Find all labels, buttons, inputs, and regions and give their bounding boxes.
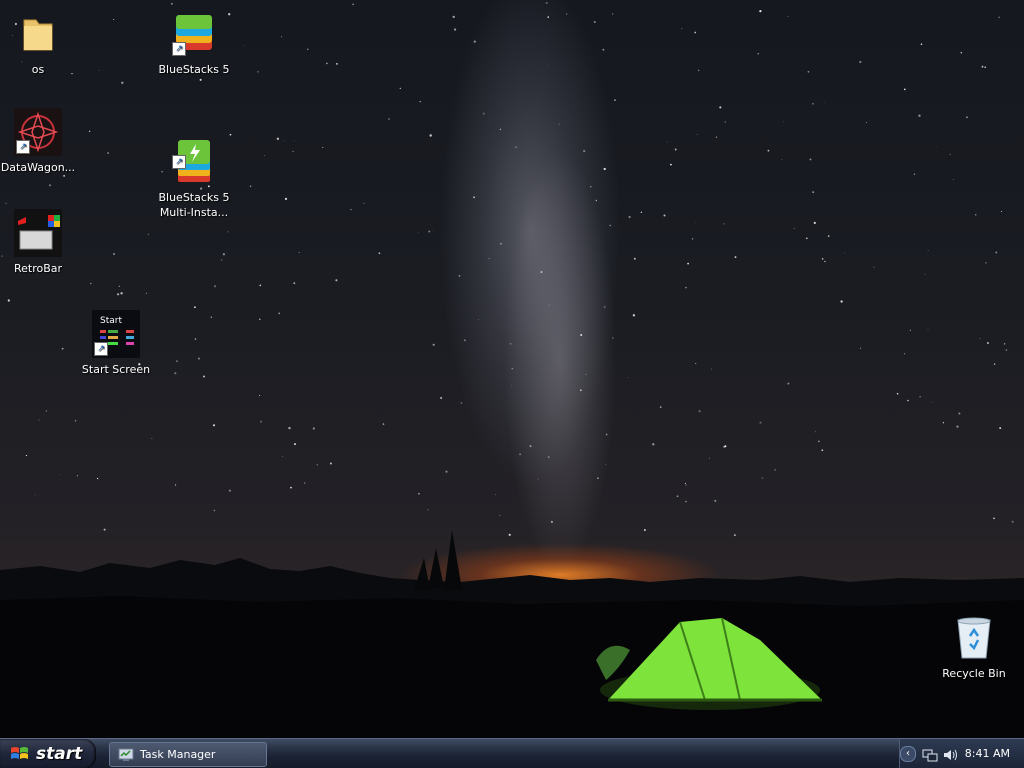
bluestacks-multi-icon: ↗ <box>170 123 218 182</box>
desktop-icon-bluestacks-5[interactable]: ↗ BlueStacks 5 <box>154 10 234 77</box>
taskbar-window-label: Task Manager <box>140 748 216 761</box>
clock[interactable]: 8:41 AM <box>965 747 1010 760</box>
desktop-icon-datawagon[interactable]: ↗ DataWagon... <box>0 108 78 175</box>
icon-label: RetroBar <box>13 262 63 275</box>
icon-label: DataWagon... <box>0 161 76 174</box>
bluestacks-icon: ↗ <box>170 10 218 58</box>
desktop-icon-bluestacks-multi[interactable]: ↗ BlueStacks 5 Multi-Insta... <box>154 108 234 235</box>
start-label: start <box>36 744 83 764</box>
task-manager-icon <box>118 748 134 762</box>
speaker-icon[interactable] <box>942 747 958 761</box>
desktop-icon-recycle-bin[interactable]: Recycle Bin <box>934 614 1014 681</box>
shortcut-arrow-icon: ↗ <box>94 342 108 356</box>
icon-label: Recycle Bin <box>942 667 1006 680</box>
system-tray: ‹ 8:41 AM <box>899 739 1024 768</box>
retrobar-icon <box>14 209 62 257</box>
taskbar-window-task-manager[interactable]: Task Manager <box>109 742 267 767</box>
icon-label: os <box>31 63 45 76</box>
folder-icon <box>14 10 62 58</box>
network-icon[interactable] <box>922 747 938 762</box>
icon-label: BlueStacks 5 <box>158 63 230 76</box>
shortcut-arrow-icon: ↗ <box>172 155 186 169</box>
icon-label: BlueStacks 5 Multi-Insta... <box>158 191 230 219</box>
start-button[interactable]: start <box>0 739 96 768</box>
desktop-icon-os[interactable]: os <box>0 10 78 77</box>
icon-label: Start Screen <box>81 363 151 376</box>
datawagon-icon: ↗ <box>14 108 62 156</box>
taskbar: start Task Manager ‹ 8:41 AM <box>0 738 1024 768</box>
start-screen-thumb-text: Start <box>100 316 122 326</box>
desktop-icon-start-screen[interactable]: Start ↗ Start Screen <box>76 310 156 377</box>
chevron-left-icon[interactable]: ‹ <box>900 746 916 762</box>
desktop-icon-retrobar[interactable]: RetroBar <box>0 209 78 276</box>
recycle-bin-icon <box>950 614 998 662</box>
shortcut-arrow-icon: ↗ <box>16 140 30 154</box>
start-screen-icon: Start ↗ <box>92 310 140 358</box>
windows-flag-icon <box>10 745 30 763</box>
desktop[interactable]: os ↗ BlueStacks 5 ↗ DataWagon... ↗ BlueS… <box>0 0 1024 738</box>
shortcut-arrow-icon: ↗ <box>172 42 186 56</box>
